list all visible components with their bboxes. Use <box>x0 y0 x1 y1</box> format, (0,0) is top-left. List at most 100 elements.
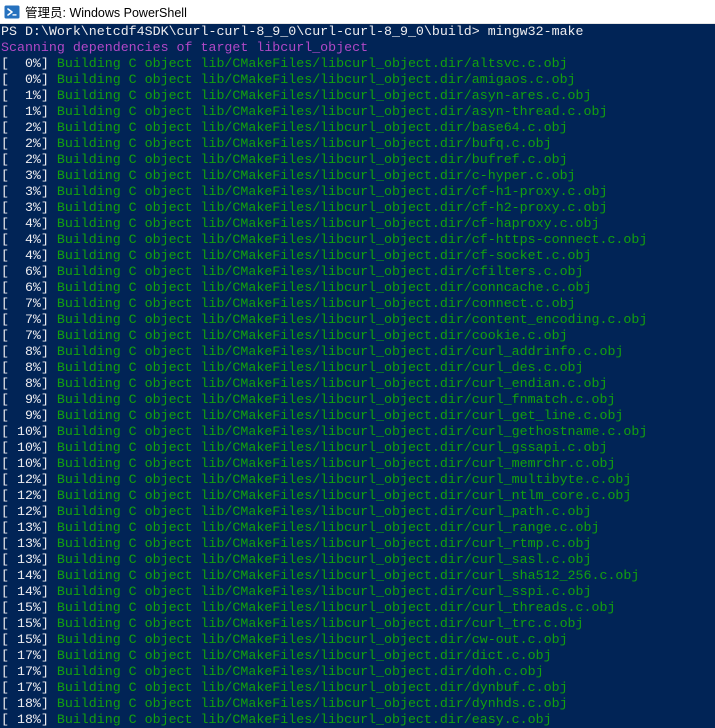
progress-percent: [ 18%] <box>1 712 57 727</box>
progress-percent: [ 12%] <box>1 472 57 487</box>
build-message: Building C object lib/CMakeFiles/libcurl… <box>56 344 624 359</box>
progress-percent: [ 8%] <box>1 344 57 359</box>
progress-percent: [ 9%] <box>1 392 57 407</box>
build-line: [ 18%] Building C object lib/CMakeFiles/… <box>0 696 715 712</box>
build-message: Building C object lib/CMakeFiles/libcurl… <box>56 360 584 375</box>
build-message: Building C object lib/CMakeFiles/libcurl… <box>56 552 592 567</box>
build-line: [ 2%] Building C object lib/CMakeFiles/l… <box>0 152 715 168</box>
progress-percent: [ 1%] <box>1 88 57 103</box>
build-line: [ 13%] Building C object lib/CMakeFiles/… <box>0 536 715 552</box>
build-line: [ 1%] Building C object lib/CMakeFiles/l… <box>0 88 715 104</box>
build-message: Building C object lib/CMakeFiles/libcurl… <box>56 600 616 615</box>
build-line: [ 13%] Building C object lib/CMakeFiles/… <box>0 552 715 568</box>
progress-percent: [ 3%] <box>1 184 57 199</box>
build-line: [ 7%] Building C object lib/CMakeFiles/l… <box>0 296 715 312</box>
powershell-window: 管理员: Windows PowerShell PS D:\Work\netcd… <box>0 0 715 728</box>
build-message: Building C object lib/CMakeFiles/libcurl… <box>56 88 592 103</box>
progress-percent: [ 4%] <box>1 232 57 247</box>
progress-percent: [ 1%] <box>1 104 57 119</box>
build-line: [ 8%] Building C object lib/CMakeFiles/l… <box>0 344 715 360</box>
progress-percent: [ 10%] <box>1 456 57 471</box>
build-line: [ 0%] Building C object lib/CMakeFiles/l… <box>0 72 715 88</box>
build-line: [ 10%] Building C object lib/CMakeFiles/… <box>0 440 715 456</box>
build-line: [ 3%] Building C object lib/CMakeFiles/l… <box>0 184 715 200</box>
progress-percent: [ 7%] <box>1 312 57 327</box>
window-title: 管理员: Windows PowerShell <box>25 6 187 20</box>
console-output[interactable]: PS D:\Work\netcdf4SDK\curl-curl-8_9_0\cu… <box>0 24 715 728</box>
progress-percent: [ 14%] <box>1 568 57 583</box>
build-message: Building C object lib/CMakeFiles/libcurl… <box>56 376 608 391</box>
build-line: [ 9%] Building C object lib/CMakeFiles/l… <box>0 408 715 424</box>
progress-percent: [ 6%] <box>1 280 57 295</box>
progress-percent: [ 13%] <box>1 520 57 535</box>
progress-percent: [ 8%] <box>1 376 57 391</box>
build-message: Building C object lib/CMakeFiles/libcurl… <box>56 504 592 519</box>
build-line: [ 15%] Building C object lib/CMakeFiles/… <box>0 632 715 648</box>
build-line: [ 7%] Building C object lib/CMakeFiles/l… <box>0 328 715 344</box>
build-line: [ 6%] Building C object lib/CMakeFiles/l… <box>0 280 715 296</box>
progress-percent: [ 15%] <box>1 632 57 647</box>
build-message: Building C object lib/CMakeFiles/libcurl… <box>56 328 568 343</box>
build-line: [ 8%] Building C object lib/CMakeFiles/l… <box>0 376 715 392</box>
progress-percent: [ 10%] <box>1 440 57 455</box>
progress-percent: [ 13%] <box>1 536 57 551</box>
build-line: [ 2%] Building C object lib/CMakeFiles/l… <box>0 136 715 152</box>
progress-percent: [ 6%] <box>1 264 57 279</box>
prompt-path: PS D:\Work\netcdf4SDK\curl-curl-8_9_0\cu… <box>1 24 488 39</box>
build-message: Building C object lib/CMakeFiles/libcurl… <box>56 424 648 439</box>
progress-percent: [ 4%] <box>1 216 57 231</box>
build-message: Building C object lib/CMakeFiles/libcurl… <box>56 648 552 663</box>
progress-percent: [ 18%] <box>1 696 57 711</box>
build-message: Building C object lib/CMakeFiles/libcurl… <box>56 232 648 247</box>
build-line: [ 15%] Building C object lib/CMakeFiles/… <box>0 600 715 616</box>
build-message: Building C object lib/CMakeFiles/libcurl… <box>56 632 568 647</box>
build-line: [ 4%] Building C object lib/CMakeFiles/l… <box>0 248 715 264</box>
progress-percent: [ 17%] <box>1 680 57 695</box>
build-line: [ 10%] Building C object lib/CMakeFiles/… <box>0 456 715 472</box>
progress-percent: [ 3%] <box>1 200 57 215</box>
build-message: Building C object lib/CMakeFiles/libcurl… <box>56 152 568 167</box>
progress-percent: [ 13%] <box>1 552 57 567</box>
title-bar[interactable]: 管理员: Windows PowerShell <box>0 0 715 24</box>
build-line: [ 8%] Building C object lib/CMakeFiles/l… <box>0 360 715 376</box>
scanning-line: Scanning dependencies of target libcurl_… <box>1 40 369 55</box>
build-line: [ 13%] Building C object lib/CMakeFiles/… <box>0 520 715 536</box>
progress-percent: [ 0%] <box>1 72 57 87</box>
build-message: Building C object lib/CMakeFiles/libcurl… <box>56 488 632 503</box>
build-line: [ 2%] Building C object lib/CMakeFiles/l… <box>0 120 715 136</box>
build-line: [ 7%] Building C object lib/CMakeFiles/l… <box>0 312 715 328</box>
build-message: Building C object lib/CMakeFiles/libcurl… <box>56 392 616 407</box>
progress-percent: [ 2%] <box>1 120 57 135</box>
build-message: Building C object lib/CMakeFiles/libcurl… <box>56 696 568 711</box>
build-line: [ 17%] Building C object lib/CMakeFiles/… <box>0 648 715 664</box>
build-line: [ 18%] Building C object lib/CMakeFiles/… <box>0 712 715 728</box>
progress-percent: [ 2%] <box>1 136 57 151</box>
build-line: [ 17%] Building C object lib/CMakeFiles/… <box>0 664 715 680</box>
build-message: Building C object lib/CMakeFiles/libcurl… <box>56 136 552 151</box>
build-line: [ 9%] Building C object lib/CMakeFiles/l… <box>0 392 715 408</box>
build-message: Building C object lib/CMakeFiles/libcurl… <box>56 712 552 727</box>
build-line: [ 17%] Building C object lib/CMakeFiles/… <box>0 680 715 696</box>
build-line: [ 0%] Building C object lib/CMakeFiles/l… <box>0 56 715 72</box>
build-message: Building C object lib/CMakeFiles/libcurl… <box>56 664 544 679</box>
build-message: Building C object lib/CMakeFiles/libcurl… <box>56 680 568 695</box>
build-message: Building C object lib/CMakeFiles/libcurl… <box>56 184 608 199</box>
build-message: Building C object lib/CMakeFiles/libcurl… <box>56 312 648 327</box>
build-message: Building C object lib/CMakeFiles/libcurl… <box>56 264 584 279</box>
progress-percent: [ 7%] <box>1 296 57 311</box>
progress-percent: [ 4%] <box>1 248 57 263</box>
build-message: Building C object lib/CMakeFiles/libcurl… <box>56 120 568 135</box>
progress-percent: [ 12%] <box>1 488 57 503</box>
progress-percent: [ 8%] <box>1 360 57 375</box>
powershell-icon <box>4 5 20 18</box>
build-message: Building C object lib/CMakeFiles/libcurl… <box>56 536 592 551</box>
progress-percent: [ 10%] <box>1 424 57 439</box>
build-line: [ 14%] Building C object lib/CMakeFiles/… <box>0 584 715 600</box>
build-message: Building C object lib/CMakeFiles/libcurl… <box>56 280 592 295</box>
progress-percent: [ 9%] <box>1 408 57 423</box>
build-message: Building C object lib/CMakeFiles/libcurl… <box>56 472 632 487</box>
build-line: [ 3%] Building C object lib/CMakeFiles/l… <box>0 200 715 216</box>
build-message: Building C object lib/CMakeFiles/libcurl… <box>56 168 576 183</box>
build-line: [ 12%] Building C object lib/CMakeFiles/… <box>0 504 715 520</box>
build-message: Building C object lib/CMakeFiles/libcurl… <box>56 616 584 631</box>
